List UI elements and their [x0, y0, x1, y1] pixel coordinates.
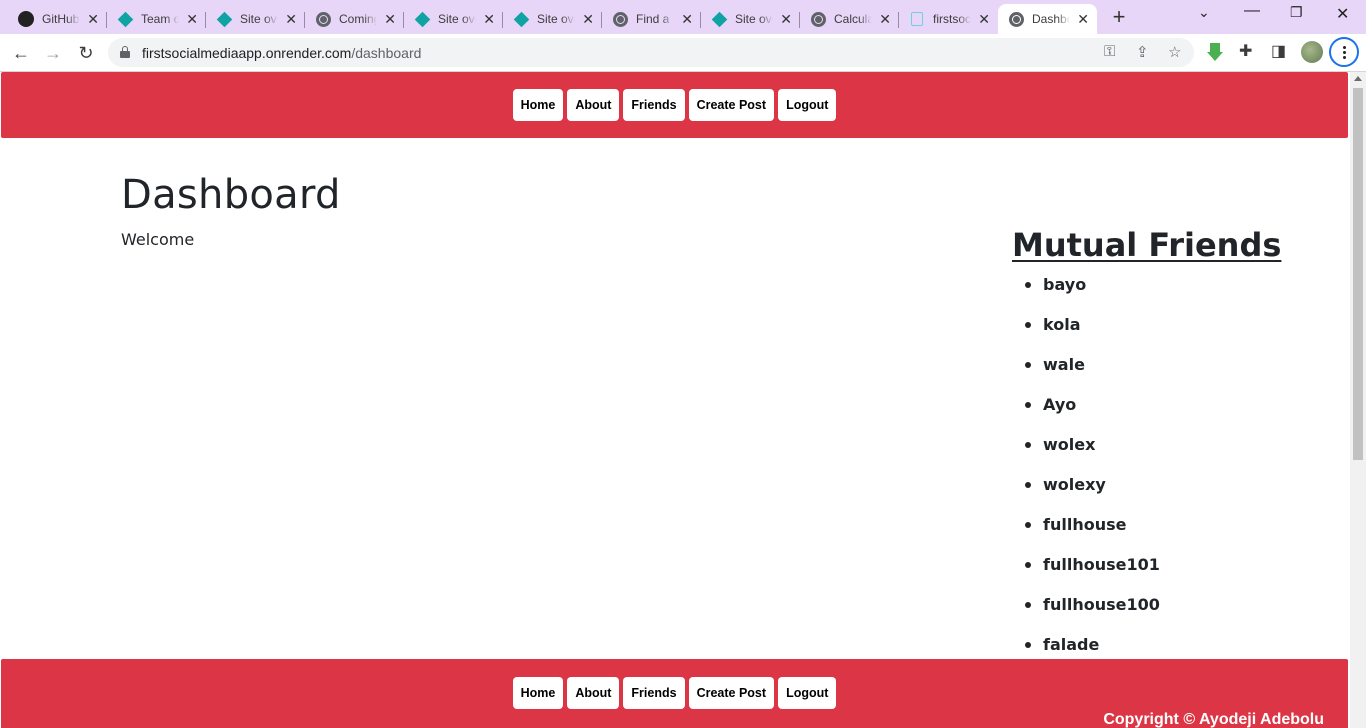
minimize-button[interactable]: —	[1244, 2, 1260, 20]
close-tab-icon[interactable]: ✕	[186, 11, 198, 27]
tab-site-overview[interactable]: Site overview✕	[206, 4, 305, 34]
bottom-navbar: Home About Friends Create Post Logout Co…	[1, 659, 1348, 728]
tab-find[interactable]: Find a ✕	[602, 4, 701, 34]
diamond-icon	[414, 11, 430, 27]
share-icon[interactable]: ⇪	[1136, 43, 1149, 61]
forward-button[interactable]: →	[41, 41, 65, 65]
welcome-text: Welcome	[121, 230, 195, 249]
friend-item: fullhouse	[1025, 512, 1160, 552]
globe-icon	[315, 11, 331, 27]
tab-dashboard-active[interactable]: Dashboard✕	[998, 4, 1097, 34]
key-icon[interactable]: ⚿	[1104, 43, 1115, 60]
close-tab-icon[interactable]: ✕	[582, 11, 594, 27]
close-tab-icon[interactable]: ✕	[87, 11, 99, 27]
tab-strip: GitHub✕ Team overview✕ Site overview✕ Co…	[0, 0, 1366, 34]
github-icon	[18, 11, 34, 27]
side-panel-icon[interactable]: ◨	[1271, 41, 1286, 61]
address-bar[interactable]: firstsocialmediaapp.onrender.com/dashboa…	[108, 38, 1194, 67]
back-button[interactable]: ←	[9, 41, 33, 65]
document-icon	[909, 11, 925, 27]
reload-button[interactable]: ↻	[74, 41, 98, 65]
globe-icon	[810, 11, 826, 27]
close-tab-icon[interactable]: ✕	[681, 11, 693, 27]
new-tab-button[interactable]: +	[1108, 4, 1130, 30]
friend-item: Ayo	[1025, 392, 1160, 432]
nav-create-post-button[interactable]: Create Post	[688, 89, 775, 121]
scroll-thumb[interactable]	[1353, 88, 1363, 460]
tab-site-overview[interactable]: Site overview✕	[404, 4, 503, 34]
copyright-text: Copyright © Ayodeji Adebolu	[1103, 711, 1324, 728]
close-tab-icon[interactable]: ✕	[384, 11, 396, 27]
tab-github[interactable]: GitHub ✕	[8, 4, 107, 34]
tab-site-overview[interactable]: Site overview✕	[503, 4, 602, 34]
lock-icon	[120, 46, 130, 58]
tab-site-overview[interactable]: Site overview✕	[701, 4, 800, 34]
friend-item: bayo	[1025, 272, 1160, 312]
nav-home-button[interactable]: Home	[512, 89, 564, 121]
extensions-puzzle-icon[interactable]: ✚	[1239, 41, 1252, 61]
footer-about-button[interactable]: About	[567, 677, 620, 709]
friend-item: wolexy	[1025, 472, 1160, 512]
diamond-icon	[216, 11, 232, 27]
footer-logout-button[interactable]: Logout	[778, 677, 837, 709]
globe-icon	[612, 11, 628, 27]
page-title: Dashboard	[121, 172, 341, 218]
footer-create-post-button[interactable]: Create Post	[688, 677, 775, 709]
close-window-button[interactable]: ✕	[1336, 4, 1349, 24]
top-navbar: Home About Friends Create Post Logout	[1, 72, 1348, 138]
diamond-icon	[117, 11, 133, 27]
close-tab-icon[interactable]: ✕	[1077, 11, 1089, 27]
nav-about-button[interactable]: About	[567, 89, 620, 121]
close-tab-icon[interactable]: ✕	[483, 11, 495, 27]
close-tab-icon[interactable]: ✕	[780, 11, 792, 27]
friend-item: fullhouse100	[1025, 592, 1160, 632]
globe-icon	[1008, 11, 1024, 27]
mutual-friends-list: bayo kola wale Ayo wolex wolexy fullhous…	[1025, 272, 1160, 672]
tab-search-icon[interactable]: ⌄	[1198, 4, 1210, 21]
page-viewport: Home About Friends Create Post Logout Da…	[0, 72, 1350, 728]
browser-menu-button[interactable]	[1329, 37, 1359, 67]
tab-calculator[interactable]: Calculator✕	[800, 4, 899, 34]
tab-firstsocial[interactable]: firstsocialmediaapp✕	[899, 4, 998, 34]
close-tab-icon[interactable]: ✕	[978, 11, 990, 27]
close-tab-icon[interactable]: ✕	[879, 11, 891, 27]
page-scrollbar[interactable]	[1350, 72, 1366, 728]
scroll-up-arrow[interactable]	[1354, 76, 1362, 81]
footer-friends-button[interactable]: Friends	[623, 677, 685, 709]
bookmark-star-icon[interactable]: ☆	[1168, 43, 1181, 61]
footer-home-button[interactable]: Home	[512, 677, 564, 709]
url-text: firstsocialmediaapp.onrender.com/dashboa…	[142, 45, 422, 61]
close-tab-icon[interactable]: ✕	[285, 11, 297, 27]
diamond-icon	[513, 11, 529, 27]
tab-coming[interactable]: Coming soon✕	[305, 4, 404, 34]
tab-team[interactable]: Team overview✕	[107, 4, 206, 34]
friend-item: wale	[1025, 352, 1160, 392]
friend-item: wolex	[1025, 432, 1160, 472]
browser-toolbar: ← → ↻ firstsocialmediaapp.onrender.com/d…	[0, 34, 1366, 72]
profile-avatar[interactable]	[1301, 41, 1323, 63]
nav-logout-button[interactable]: Logout	[778, 89, 837, 121]
mutual-friends-heading: Mutual Friends	[1012, 226, 1282, 264]
friend-item: fullhouse101	[1025, 552, 1160, 592]
download-extension-icon[interactable]	[1207, 43, 1223, 61]
friend-item: kola	[1025, 312, 1160, 352]
restore-button[interactable]: ❐	[1290, 4, 1303, 21]
diamond-icon	[711, 11, 727, 27]
nav-friends-button[interactable]: Friends	[623, 89, 685, 121]
